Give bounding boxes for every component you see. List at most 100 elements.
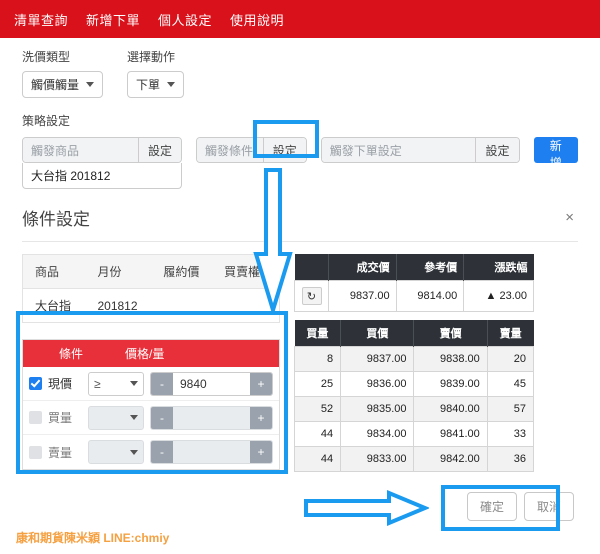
product-cell-strike (157, 288, 219, 323)
book-ask-qty: 57 (486, 396, 535, 422)
condition-row-ask-qty: 賣量 - + (23, 435, 279, 469)
product-cell-name: 大台指 (22, 288, 92, 323)
quote-change: ▲ 23.00 (463, 280, 534, 312)
operator-select-current-price[interactable]: ≥ (88, 371, 144, 396)
nav-item-instructions[interactable]: 使用說明 (230, 10, 284, 29)
book-ask-price: 9840.00 (413, 396, 488, 422)
chevron-down-icon (130, 415, 138, 420)
action-value: 下單 (136, 78, 161, 92)
book-ask-qty: 36 (486, 446, 535, 472)
condition-col-condition: 條件 (58, 347, 83, 361)
dialog-footer: 確定 取消 (466, 492, 574, 521)
wash-type-label: 洗價類型 (22, 50, 71, 64)
chevron-down-icon (167, 82, 176, 87)
table-row: 44 9834.00 9841.00 33 (293, 421, 535, 447)
dialog-header: 條件設定 × (22, 205, 578, 242)
book-bid-price: 9837.00 (340, 346, 415, 372)
book-bid-price: 9834.00 (340, 421, 415, 447)
action-select[interactable]: 下單 (127, 71, 185, 98)
confirm-button[interactable]: 確定 (466, 492, 517, 521)
book-bid-qty: 25 (293, 371, 342, 397)
condition-table-header: 條件 價格/量 (23, 340, 279, 367)
dialog-body: 商品 月份 履約價 買賣權 大台指 201812 條件 價格/量 現價 ≥ - … (22, 254, 578, 472)
product-col-strike: 履約價 (157, 254, 219, 289)
trigger-product-value: 大台指 201812 (22, 163, 182, 189)
book-col-ask-price: 賣價 (413, 320, 488, 347)
annotation-arrow-right (303, 490, 431, 526)
condition-label-bid-qty: 買量 (48, 411, 73, 425)
product-table: 商品 月份 履約價 買賣權 大台指 201812 (22, 254, 280, 323)
condition-label-current-price: 現價 (48, 377, 73, 391)
order-book-table: 買量 買價 賣價 賣量 8 9837.00 9838.00 20 25 9836… (293, 320, 535, 472)
quote-header-row: 成交價 參考價 漲跌幅 (294, 254, 534, 281)
wash-type-value: 觸價觸量 (31, 78, 80, 92)
stepper-plus-button[interactable]: + (250, 441, 272, 463)
quote-last-price: 9837.00 (328, 280, 397, 312)
book-ask-price: 9839.00 (413, 371, 488, 397)
add-strategy-button[interactable]: 新增 (533, 137, 578, 170)
trigger-order-combo: 觸發下單設定 設定 (320, 137, 520, 163)
condition-row-bid-qty: 買量 - + (23, 401, 279, 435)
close-icon[interactable]: × (561, 208, 578, 227)
trigger-product-set-button[interactable]: 設定 (138, 138, 181, 162)
operator-select-ask-qty[interactable] (88, 440, 144, 464)
product-col-name: 商品 (22, 254, 92, 289)
product-cell-month: 201812 (91, 288, 158, 323)
stepper-minus-button[interactable]: - (151, 406, 173, 429)
stepper-plus-button[interactable]: + (250, 406, 272, 429)
trigger-order-placeholder: 觸發下單設定 (321, 138, 477, 162)
refresh-icon[interactable]: ↻ (301, 287, 322, 305)
action-label: 選擇動作 (127, 50, 176, 64)
nav-item-new-order[interactable]: 新增下單 (86, 10, 140, 29)
book-col-bid-qty: 買量 (294, 320, 342, 347)
book-ask-qty: 20 (486, 346, 535, 372)
trigger-product-placeholder: 觸發商品 (23, 138, 139, 162)
book-bid-qty: 44 (293, 421, 342, 447)
stepper-value-bid-qty[interactable] (173, 406, 250, 429)
book-ask-qty: 33 (486, 421, 535, 447)
table-row: 52 9835.00 9840.00 57 (293, 396, 535, 422)
quote-table: 成交價 參考價 漲跌幅 ↻ 9837.00 9814.00 ▲ 23.00 (294, 254, 534, 312)
trigger-product-group: 觸發商品 設定 大台指 201812 (22, 137, 182, 189)
nav-item-list-query[interactable]: 清單查詢 (14, 10, 68, 29)
quote-col-ref: 參考價 (396, 254, 465, 281)
top-navbar: 清單查詢 新增下單 個人設定 使用說明 (0, 0, 600, 38)
condition-checkbox-ask-qty[interactable] (29, 445, 42, 459)
trigger-order-set-button[interactable]: 設定 (476, 138, 519, 162)
condition-col-price-qty: 價格/量 (125, 347, 165, 361)
dialog-title: 條件設定 (22, 210, 90, 229)
condition-checkbox-current-price[interactable] (29, 377, 42, 390)
trigger-condition-combo: 觸發條件 設定 (196, 137, 307, 163)
dialog-right-column: 成交價 參考價 漲跌幅 ↻ 9837.00 9814.00 ▲ 23.00 買量… (293, 254, 535, 472)
trigger-condition-placeholder: 觸發條件 (197, 138, 264, 162)
operator-select-bid-qty[interactable] (88, 405, 144, 430)
condition-checkbox-bid-qty[interactable] (29, 411, 42, 424)
strategy-section-label: 策略設定 (22, 114, 71, 128)
product-col-callput: 買賣權 (218, 254, 280, 289)
stepper-minus-button[interactable]: - (151, 372, 173, 395)
operator-value-current-price: ≥ (94, 376, 101, 391)
condition-settings-dialog: 條件設定 × 商品 月份 履約價 買賣權 大台指 201812 條件 價格/量 … (0, 205, 600, 472)
trigger-condition-set-button[interactable]: 設定 (263, 138, 306, 162)
book-ask-price: 9841.00 (413, 421, 488, 447)
nav-item-personal-settings[interactable]: 個人設定 (158, 10, 212, 29)
stepper-plus-button[interactable]: + (250, 372, 272, 395)
table-row: 44 9833.00 9842.00 36 (293, 446, 535, 472)
chevron-down-icon (130, 449, 138, 455)
watermark-text: 康和期貨陳米穎 LINE:chmiy (16, 531, 170, 545)
stepper-value-current-price[interactable]: 9840 (173, 372, 250, 395)
wash-type-select[interactable]: 觸價觸量 (22, 71, 104, 98)
chevron-down-icon (86, 82, 95, 87)
product-table-header-row: 商品 月份 履約價 買賣權 (22, 254, 280, 289)
cancel-button[interactable]: 取消 (523, 492, 574, 521)
wash-type-field: 洗價類型 觸價觸量 (22, 48, 104, 98)
value-stepper-bid-qty: - + (150, 405, 273, 430)
table-row: 8 9837.00 9838.00 20 (293, 346, 535, 372)
value-stepper-current-price: - 9840 + (150, 371, 273, 396)
condition-table: 條件 價格/量 現價 ≥ - 9840 + 買量 - + 賣量 - + (22, 339, 280, 470)
stepper-value-ask-qty[interactable] (173, 441, 250, 463)
book-bid-price: 9835.00 (340, 396, 415, 422)
strategy-row: 觸發商品 設定 大台指 201812 觸發條件 設定 觸發下單設定 設定 新增 (22, 137, 578, 189)
selector-row: 洗價類型 觸價觸量 選擇動作 下單 (22, 48, 578, 98)
stepper-minus-button[interactable]: - (151, 441, 173, 463)
